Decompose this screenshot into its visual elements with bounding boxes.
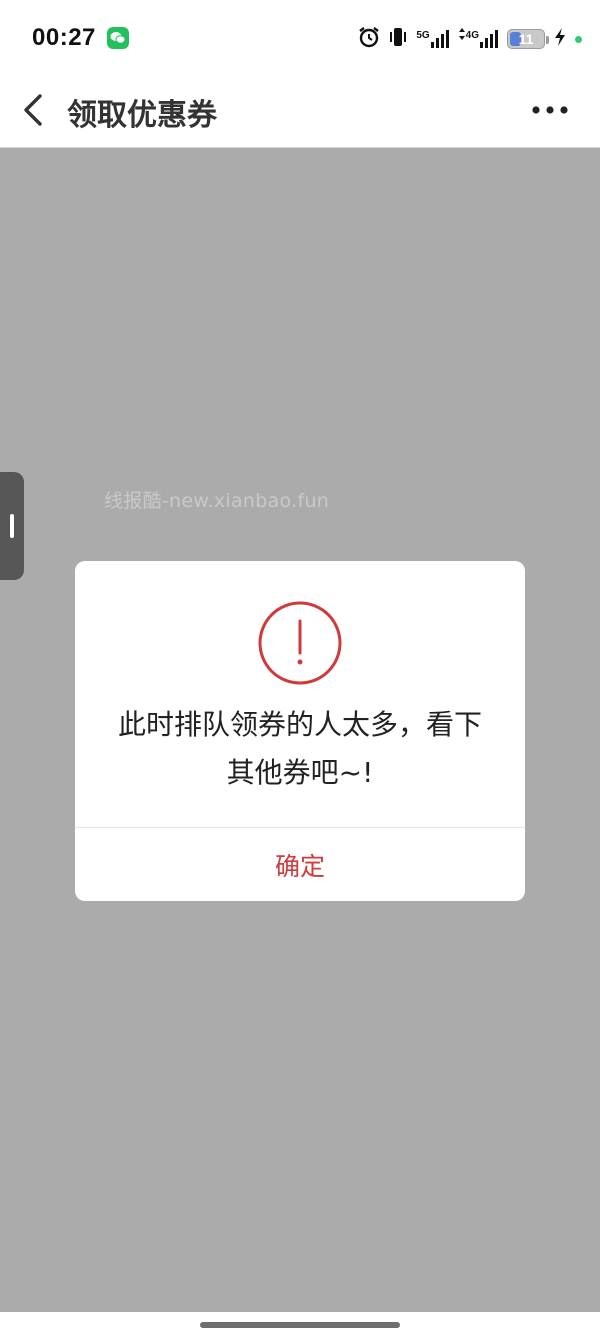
- green-dot: [575, 35, 582, 43]
- nav-bar: 领取优惠券: [0, 76, 600, 148]
- charging-icon: [553, 27, 567, 51]
- home-indicator[interactable]: [200, 1322, 400, 1328]
- confirm-button[interactable]: 确定: [75, 828, 525, 901]
- page-title: 领取优惠券: [67, 98, 217, 133]
- chevron-left-icon: [24, 94, 42, 126]
- dialog-message-line-1: 此时排队领券的人太多，看下: [117, 708, 482, 741]
- wechat-icon: [107, 27, 129, 49]
- vibrate-icon: [388, 26, 408, 52]
- status-time: 00:27: [32, 24, 96, 51]
- alert-circle-icon: [258, 601, 342, 685]
- more-icon: [532, 106, 568, 114]
- battery-icon: 11: [507, 29, 549, 49]
- signal-4g-icon: 4G: [458, 28, 499, 49]
- dialog-message: 此时排队领券的人太多，看下 其他券吧~!: [95, 701, 505, 797]
- dialog-message-line-2: 其他券吧~!: [226, 756, 374, 789]
- alert-dialog: 此时排队领券的人太多，看下 其他券吧~! 确定: [75, 561, 525, 901]
- bottom-bar: [0, 1312, 600, 1340]
- battery-tip: [546, 36, 549, 44]
- grip-icon: [10, 514, 14, 538]
- status-bar: 00:27 5G 4G 11: [0, 0, 600, 76]
- signal-5g-icon: 5G: [416, 29, 449, 49]
- status-icons: 5G 4G 11: [358, 24, 582, 54]
- back-button[interactable]: [16, 88, 56, 132]
- more-button[interactable]: [530, 96, 570, 124]
- alarm-icon: [358, 26, 380, 52]
- side-float-handle[interactable]: [0, 472, 24, 580]
- watermark: 线报酷-new.xianbao.fun: [104, 490, 330, 512]
- screen: 00:27 5G 4G 11 领取优惠券 线报酷-new.xianbao.fun…: [0, 0, 600, 1340]
